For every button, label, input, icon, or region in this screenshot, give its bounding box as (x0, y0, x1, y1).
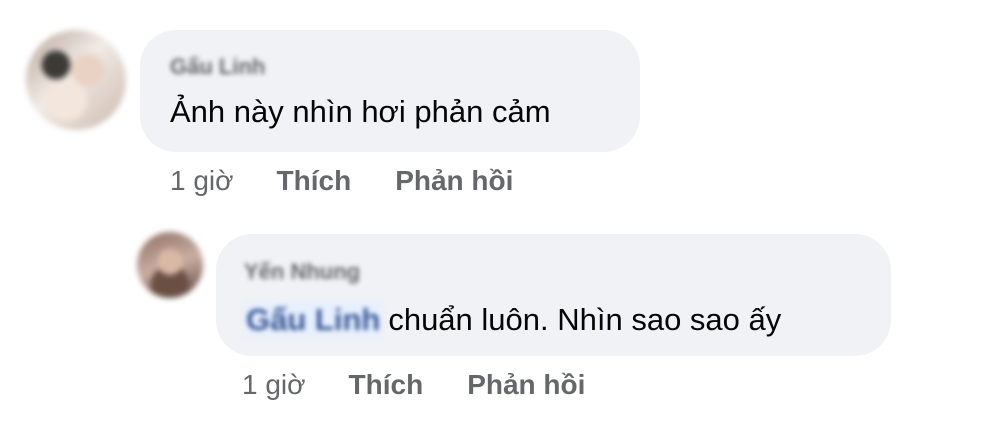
comment-actions: 1 giờ Thích Phản hồi (170, 165, 557, 197)
reply-reply-button[interactable]: Phản hồi (467, 369, 585, 401)
reply-author-name[interactable]: Yến Nhung (244, 259, 360, 285)
like-button[interactable]: Thích (277, 165, 352, 197)
reply-text-body: chuẩn luôn. Nhìn sao sao ấy (388, 302, 782, 337)
comment-author-name[interactable]: Gấu Linh (170, 54, 265, 80)
reply-commenter-avatar[interactable] (137, 232, 203, 298)
reply-comment-actions: 1 giờ Thích Phản hồi (242, 369, 629, 401)
reply-comment-text: Gấu Linh chuẩn luôn. Nhìn sao sao ấy (244, 302, 781, 338)
reply-button[interactable]: Phản hồi (395, 165, 513, 197)
reply-like-button[interactable]: Thích (349, 369, 424, 401)
mention-tag[interactable]: Gấu Linh (244, 302, 383, 337)
comment-timestamp[interactable]: 1 giờ (170, 165, 234, 197)
comment-bubble: Gấu Linh Ảnh này nhìn hơi phản cảm (140, 30, 640, 152)
commenter-avatar[interactable] (26, 30, 126, 130)
comment-text: Ảnh này nhìn hơi phản cảm (170, 94, 551, 129)
reply-timestamp[interactable]: 1 giờ (242, 369, 306, 401)
reply-comment-bubble: Yến Nhung Gấu Linh chuẩn luôn. Nhìn sao s… (216, 234, 891, 356)
